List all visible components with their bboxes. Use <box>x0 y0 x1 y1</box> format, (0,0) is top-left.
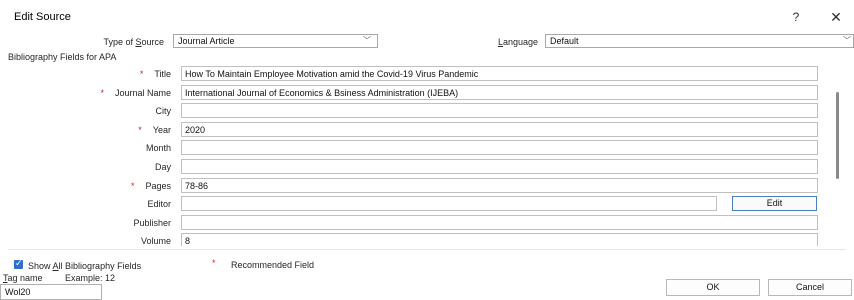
field-label-8: Publisher <box>10 218 171 228</box>
field-input-6[interactable]: 78-86 <box>181 177 818 193</box>
field-value: How To Maintain Employee Motivation amid… <box>185 69 479 79</box>
language-value: Default <box>550 36 579 46</box>
field-value: 8 <box>185 236 191 246</box>
field-label-text: Editor <box>147 199 171 210</box>
language-select[interactable]: Default ﹀ <box>545 34 854 48</box>
help-button[interactable]: ? <box>784 8 808 26</box>
language-label: Language <box>480 37 538 47</box>
field-label-text: Pages <box>145 180 171 191</box>
field-input-9[interactable]: 8 <box>181 233 818 246</box>
type-of-source-label: Type of Source <box>60 37 164 47</box>
show-all-checkbox[interactable]: ✓ <box>14 258 23 269</box>
tag-name-label-suffix: ag name <box>7 273 43 283</box>
required-marker: * <box>139 69 144 79</box>
field-label-9: Volume <box>10 236 171 246</box>
dialog-title: Edit Source <box>14 11 71 23</box>
field-input-7[interactable] <box>181 196 717 212</box>
field-label-text: Title <box>154 69 171 79</box>
field-label-text: Volume <box>140 236 171 246</box>
field-label-text: Day <box>154 162 171 172</box>
field-label-6: * Pages <box>10 181 171 191</box>
required-marker: * <box>138 124 142 135</box>
field-value: 2020 <box>185 124 206 135</box>
required-marker: * <box>130 180 135 191</box>
show-all-label-prefix: Show <box>28 261 53 271</box>
chevron-down-icon: ﹀ <box>363 36 371 45</box>
language-label-suffix: anguage <box>502 37 538 47</box>
field-label-7: Editor <box>10 199 171 209</box>
tag-example: Example: 12 <box>65 273 116 283</box>
field-label-3: * Year <box>10 125 171 135</box>
recommended-marker: * <box>212 258 216 268</box>
close-icon[interactable]: ✕ <box>823 8 849 26</box>
field-input-8[interactable] <box>181 214 818 230</box>
type-of-source-select[interactable]: Journal Article ﹀ <box>173 34 378 48</box>
field-label-text: City <box>155 106 172 117</box>
show-all-label[interactable]: Show All Bibliography Fields <box>28 261 141 271</box>
chevron-down-icon: ﹀ <box>843 36 851 45</box>
cancel-button[interactable]: Cancel <box>768 279 852 296</box>
field-label-2: City <box>10 106 172 117</box>
field-label-1: * Journal Name <box>10 88 171 98</box>
field-input-3[interactable]: 2020 <box>181 121 818 137</box>
tag-name-value: Wol20 <box>5 287 31 297</box>
field-label-text: Year <box>152 124 171 135</box>
type-of-source-value: Journal Article <box>178 36 235 46</box>
tag-name-input[interactable]: Wol20 <box>0 284 102 300</box>
type-of-source-label-suffix: ource <box>141 37 164 47</box>
field-label-text: Month <box>145 143 171 154</box>
field-input-0[interactable]: How To Maintain Employee Motivation amid… <box>181 66 818 81</box>
field-value: International Journal of Economics & Bsi… <box>185 87 459 98</box>
edit-editor-button[interactable]: Edit <box>732 196 817 212</box>
field-label-text: Publisher <box>133 217 171 228</box>
field-label-5: Day <box>10 162 171 172</box>
checkmark-icon: ✓ <box>15 258 23 268</box>
divider <box>8 249 846 250</box>
field-label-text: Journal Name <box>114 87 171 98</box>
ok-button[interactable]: OK <box>666 279 760 296</box>
tag-name-label: Tag name <box>3 273 43 283</box>
section-title: Bibliography Fields for APA <box>8 52 117 62</box>
required-marker: * <box>100 87 104 98</box>
field-value: 78-86 <box>185 180 209 191</box>
field-input-4[interactable] <box>181 140 818 156</box>
field-label-4: Month <box>10 143 171 153</box>
show-all-label-suffix: ll Bibliography Fields <box>58 261 142 271</box>
field-input-5[interactable] <box>181 159 818 174</box>
field-label-0: * Title <box>10 69 171 79</box>
field-input-2[interactable] <box>181 103 818 119</box>
recommended-field-label: Recommended Field <box>231 260 315 270</box>
scrollbar-thumb[interactable] <box>836 92 839 179</box>
field-input-1[interactable]: International Journal of Economics & Bsi… <box>181 84 818 100</box>
dialog-titlebar: Edit Source ? ✕ <box>0 0 854 30</box>
fields-scroll-area[interactable]: * Title How To Maintain Employee Motivatio… <box>0 62 854 246</box>
type-of-source-label-prefix: Type of <box>103 37 136 47</box>
